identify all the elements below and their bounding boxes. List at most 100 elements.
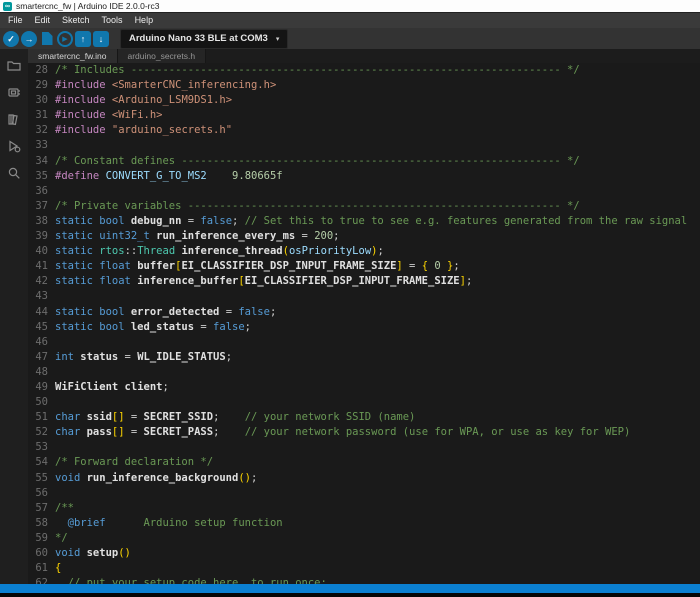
sidebar-item-search[interactable] — [5, 165, 23, 181]
code-line[interactable]: 55void run_inference_background(); — [28, 471, 700, 486]
line-number: 33 — [28, 138, 48, 153]
code-line[interactable]: 50 — [28, 395, 700, 410]
code-line[interactable]: 30#include <Arduino_LSM9DS1.h> — [28, 93, 700, 108]
upload-button[interactable]: → — [21, 31, 37, 47]
code-line[interactable]: 34 /* Constant defines ------------------… — [28, 154, 700, 169]
code-line[interactable]: 37/* Private variables -----------------… — [28, 199, 700, 214]
code-line[interactable]: 54 /* Forward declaration */ — [28, 455, 700, 470]
code-line[interactable]: 32#include "arduino_secrets.h" — [28, 123, 700, 138]
code-line[interactable]: 38 static bool debug_nn = false; // Set t… — [28, 214, 700, 229]
code-line[interactable]: 43 — [28, 289, 700, 304]
code-line[interactable]: 48 — [28, 365, 700, 380]
line-number: 54 — [28, 455, 48, 470]
line-number: 62 — [28, 576, 48, 584]
code-line[interactable]: 29 #include <SmarterCNC_inferencing.h> — [28, 78, 700, 93]
code-line[interactable]: 51char ssid[] = SECRET_SSID; // your net… — [28, 410, 700, 425]
open-button[interactable]: ↑ — [75, 31, 91, 47]
line-number: 42 — [28, 274, 48, 289]
code-line[interactable]: 49 WiFiClient client; — [28, 380, 700, 395]
code-line[interactable]: 36 — [28, 184, 700, 199]
code-line[interactable]: 40static rtos::Thread inference_thread(o… — [28, 244, 700, 259]
debug-button[interactable]: ▶ — [57, 31, 73, 47]
code-text: char pass[] = SECRET_PASS; // your netwo… — [55, 425, 630, 440]
line-number: 38 — [28, 214, 48, 229]
code-editor[interactable]: 28/* Includes --------------------------… — [28, 63, 700, 584]
menu-edit[interactable]: Edit — [29, 13, 57, 28]
code-line[interactable]: 42 static float inference_buffer[EI_CLASS… — [28, 274, 700, 289]
taskbar-strip — [0, 593, 700, 597]
code-line[interactable]: 57/** — [28, 501, 700, 516]
window-title: smartercnc_fw | Arduino IDE 2.0.0-rc3 — [16, 1, 159, 11]
code-line[interactable]: 56 — [28, 486, 700, 501]
code-text: #include <WiFi.h> — [55, 108, 162, 123]
code-line[interactable]: 60void setup() — [28, 546, 700, 561]
play-circle-icon: ▶ — [62, 35, 67, 43]
search-icon — [7, 166, 21, 180]
code-line[interactable]: 59*/ — [28, 531, 700, 546]
code-line[interactable]: 58 @brief Arduino setup function — [28, 516, 700, 531]
code-line[interactable]: 45static bool led_status = false; — [28, 320, 700, 335]
code-text: WiFiClient client; — [55, 380, 169, 395]
code-line[interactable]: 35#define CONVERT_G_TO_MS2 9.80665f — [28, 169, 700, 184]
arrow-up-icon: ↑ — [81, 34, 86, 44]
verify-button[interactable]: ✓ — [3, 31, 19, 47]
code-line[interactable]: 62 // put your setup code here, to run o… — [28, 576, 700, 584]
sidebar-item-library-manager[interactable] — [5, 111, 23, 127]
new-sketch-button[interactable] — [39, 31, 55, 47]
debug-icon — [7, 139, 21, 153]
menu-sketch[interactable]: Sketch — [56, 13, 96, 28]
code-text: int status = WL_IDLE_STATUS; — [55, 350, 232, 365]
code-line[interactable]: 52 char pass[] = SECRET_PASS; // your net… — [28, 425, 700, 440]
line-number: 29 — [28, 78, 48, 93]
code-text: void run_inference_background(); — [55, 471, 257, 486]
code-line[interactable]: 28/* Includes --------------------------… — [28, 63, 700, 78]
code-text: static bool error_detected = false; — [55, 305, 276, 320]
menu-help[interactable]: Help — [129, 13, 160, 28]
code-text: @brief Arduino setup function — [55, 516, 283, 531]
code-text: /* Constant defines --------------------… — [55, 154, 580, 169]
code-line[interactable]: 46 — [28, 335, 700, 350]
sidebar-item-sketchbook[interactable] — [5, 57, 23, 73]
line-number: 40 — [28, 244, 48, 259]
code-line[interactable]: 41static float buffer[EI_CLASSIFIER_DSP_… — [28, 259, 700, 274]
line-number: 39 — [28, 229, 48, 244]
line-number: 52 — [28, 425, 48, 440]
line-number: 61 — [28, 561, 48, 576]
menu-file[interactable]: File — [2, 13, 29, 28]
board-selector-dropdown[interactable]: Arduino Nano 33 BLE at COM3 ▾ — [120, 29, 288, 49]
code-text: #include <SmarterCNC_inferencing.h> — [55, 78, 276, 93]
menu-tools[interactable]: Tools — [96, 13, 129, 28]
check-icon: ✓ — [7, 31, 15, 47]
tab-arduino_secrets.h[interactable]: arduino_secrets.h — [118, 49, 207, 63]
code-text: */ — [55, 531, 68, 546]
arrow-right-icon: → — [25, 31, 34, 47]
sidebar-item-boards-manager[interactable] — [5, 84, 23, 100]
code-line[interactable]: 53 — [28, 440, 700, 455]
folder-icon — [7, 58, 21, 72]
code-text: static float buffer[EI_CLASSIFIER_DSP_IN… — [55, 259, 460, 274]
code-line[interactable]: 33 — [28, 138, 700, 153]
code-line[interactable]: 44static bool error_detected = false; — [28, 305, 700, 320]
line-number: 28 — [28, 63, 48, 78]
tab-smartercnc_fw.ino[interactable]: smartercnc_fw.ino — [28, 49, 118, 63]
code-line[interactable]: 61{ — [28, 561, 700, 576]
title-bar: ∞ smartercnc_fw | Arduino IDE 2.0.0-rc3 — [0, 0, 700, 13]
line-number: 48 — [28, 365, 48, 380]
code-text: static bool debug_nn = false; // Set thi… — [55, 214, 687, 229]
code-text: /* Forward declaration */ — [55, 455, 213, 470]
menu-bar: FileEditSketchToolsHelp — [0, 13, 700, 28]
code-text: /** — [55, 501, 74, 516]
arduino-logo-icon: ∞ — [3, 2, 12, 11]
line-number: 50 — [28, 395, 48, 410]
code-line[interactable]: 31#include <WiFi.h> — [28, 108, 700, 123]
code-line[interactable]: 47int status = WL_IDLE_STATUS; — [28, 350, 700, 365]
code-text: #include "arduino_secrets.h" — [55, 123, 232, 138]
code-line[interactable]: 39static uint32_t run_inference_every_ms… — [28, 229, 700, 244]
line-number: 34 — [28, 154, 48, 169]
save-button[interactable]: ↓ — [93, 31, 109, 47]
code-text: static bool led_status = false; — [55, 320, 251, 335]
chevron-down-icon: ▾ — [276, 35, 280, 43]
sidebar-item-debug[interactable] — [5, 138, 23, 154]
line-number: 49 — [28, 380, 48, 395]
code-text: static float inference_buffer[EI_CLASSIF… — [55, 274, 472, 289]
